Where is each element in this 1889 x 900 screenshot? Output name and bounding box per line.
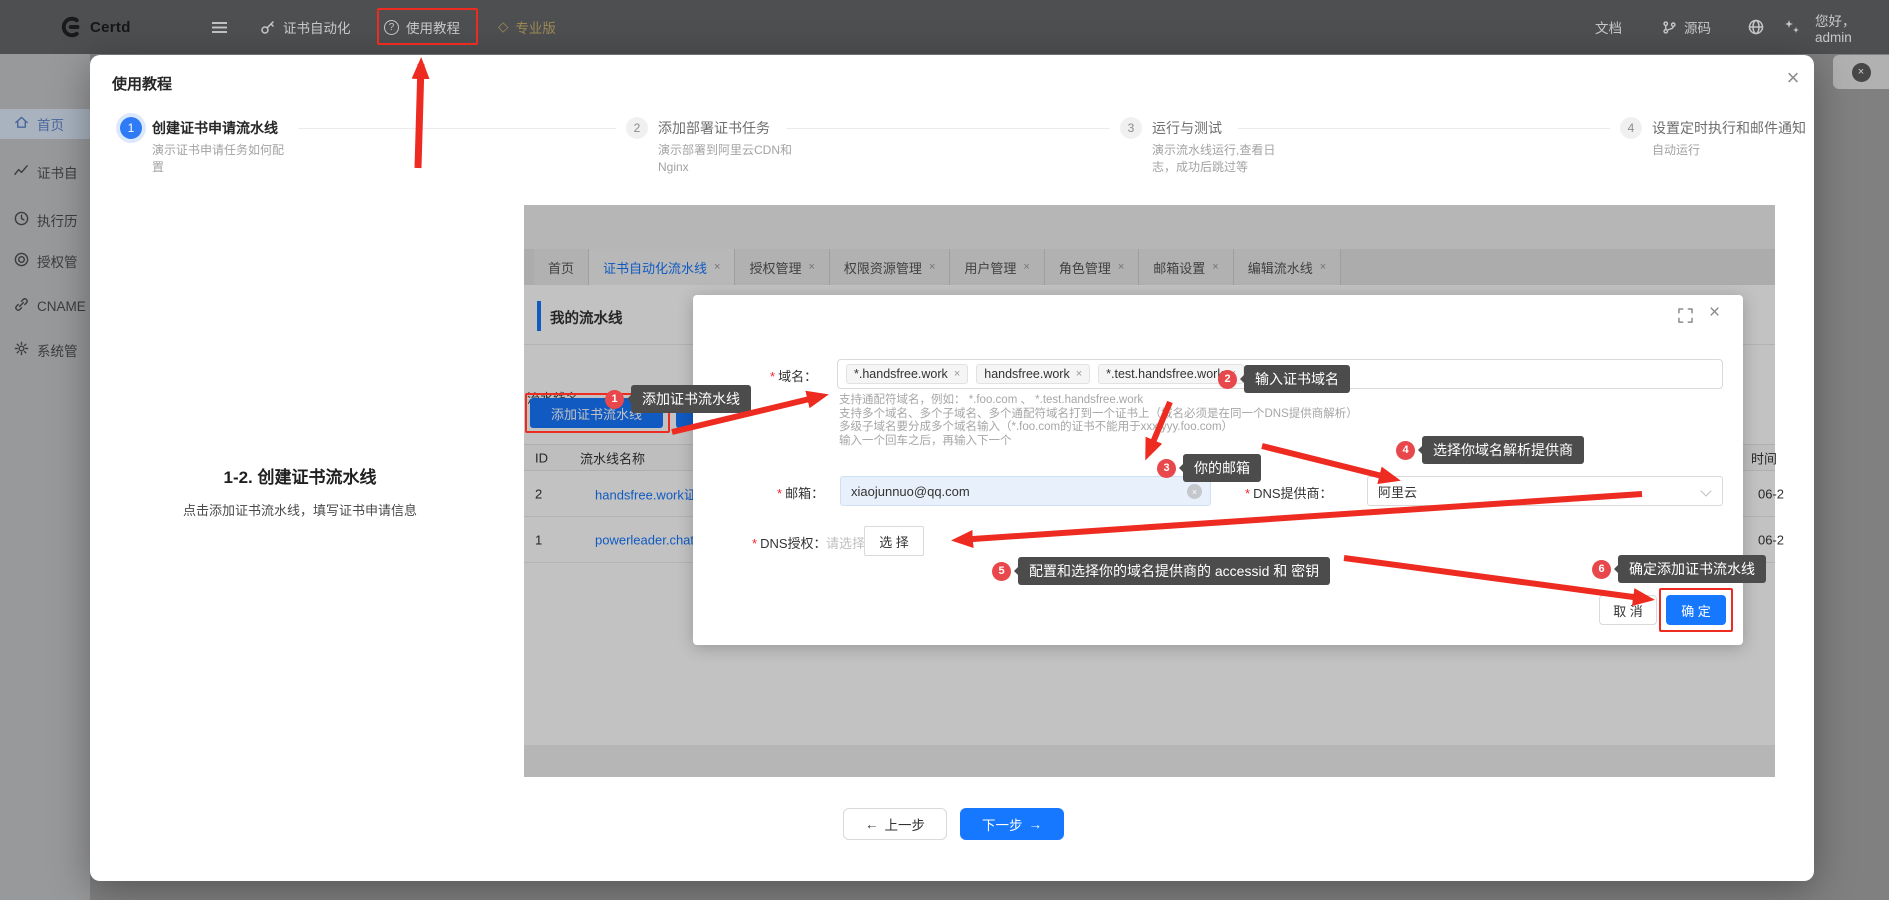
tooltip-1: 添加证书流水线 [631,385,751,413]
domain-help-text: 支持通配符域名，例如： *.foo.com 、 *.test.handsfree… [839,394,1358,448]
tag-close-icon[interactable]: × [1076,368,1082,380]
callout-3: 3 你的邮箱 [1157,454,1261,482]
top-navbar: Certd 证书自动化 ? 使用教程 ◇ 专业版 文档 源码 您好，admin [0,0,1889,54]
dns-provider-label: *DNS提供商： [1245,483,1333,502]
callout-1: 1 添加证书流水线 [605,385,751,413]
embedded-screenshot: 首页 证书自动化流水线× 授权管理× 权限资源管理× 用户管理× 角色管理× 邮… [524,205,1775,777]
step-connector [298,128,616,129]
step-note: 1-2. 创建证书流水线 点击添加证书流水线，填写证书申请信息 [105,463,495,519]
sparkles-icon[interactable] [1784,0,1800,54]
domain-tag: handsfree.work× [976,364,1090,384]
prev-step-button[interactable]: ←上一步 [843,808,947,840]
tooltip-2: 输入证书域名 [1244,365,1350,393]
step-note-title: 1-2. 创建证书流水线 [105,463,495,488]
tutorial-modal: 使用教程 × 1 创建证书申请流水线 演示证书申请任务如何配置 2 添加部署证书… [90,55,1814,881]
sidebar-menu: 首页 证书自 执行历 授权管 CNAME 系统管 [0,54,90,900]
email-field[interactable] [840,476,1211,506]
certd-logo-icon [58,0,82,54]
home-icon [14,115,29,133]
domain-tag: *.handsfree.work× [846,364,968,384]
sidebar-item-system[interactable]: 系统管 [0,335,90,365]
sidebar-item-cname[interactable]: CNAME [0,291,90,321]
sidebar-item-home[interactable]: 首页 [0,109,90,139]
target-icon [14,252,29,270]
callout-4: 4 选择你域名解析提供商 [1396,436,1584,464]
email-label: *邮箱： [777,483,824,502]
dns-auth-placeholder: 请选择 [826,533,865,552]
required-asterisk: * [770,369,775,384]
required-asterisk: * [752,536,757,551]
callout-6: 6 确定添加证书流水线 [1592,555,1766,583]
link-icon [14,297,29,315]
tabs-close-all-widget[interactable]: × [1833,55,1889,89]
nav-source[interactable]: 源码 [1662,0,1711,54]
cancel-button[interactable]: 取 消 [1599,595,1657,625]
step-connector [1238,128,1610,129]
nav-cert-automation[interactable]: 证书自动化 [260,0,351,54]
required-asterisk: * [1245,486,1250,501]
chart-icon [14,163,29,181]
step-3-desc: 演示流水线运行,查看日志，成功后跳过等 [1152,142,1282,176]
step-connector [786,128,1110,129]
page-root: { "navbar": { "brand": "Certd", "menu_ce… [0,0,1889,900]
domain-label: *域名： [770,366,817,385]
step-1-number: 1 [120,117,142,139]
sidebar-item-run-history[interactable]: 执行历 [0,205,90,235]
tag-close-icon[interactable]: × [954,368,960,380]
tooltip-3: 你的邮箱 [1183,454,1261,482]
step-4: 4 设置定时执行和邮件通知 自动运行 [1620,117,1822,159]
callout-2: 2 输入证书域名 [1218,365,1350,393]
step-4-number: 4 [1620,117,1642,139]
tooltip-5: 配置和选择你的域名提供商的 accessid 和 密钥 [1018,557,1330,585]
required-asterisk: * [777,486,782,501]
chevron-down-icon [1700,485,1711,496]
fullscreen-icon[interactable] [1678,308,1693,328]
gear-icon [14,341,29,359]
arrow-right-icon: → [1029,817,1043,832]
next-step-button[interactable]: 下一步→ [960,808,1064,840]
step-4-desc: 自动运行 [1652,142,1822,159]
callout-5: 5 配置和选择你的域名提供商的 accessid 和 密钥 [992,557,1330,585]
arrow-left-icon: ← [865,817,879,832]
user-greeting[interactable]: 您好，admin [1815,0,1889,54]
step-3: 3 运行与测试 演示流水线运行,查看日志，成功后跳过等 [1120,117,1282,176]
tooltip-6: 确定添加证书流水线 [1618,555,1766,583]
key-icon [260,19,276,35]
clock-icon [14,211,29,229]
clear-input-icon[interactable]: × [1187,484,1202,499]
step-note-desc: 点击添加证书流水线，填写证书申请信息 [105,500,495,519]
sidebar-item-cert-automation[interactable]: 证书自 [0,157,90,187]
close-circle-icon: × [1852,63,1871,82]
step-1: 1 创建证书申请流水线 演示证书申请任务如何配置 [120,117,288,176]
diamond-icon: ◇ [498,19,508,35]
step-1-desc: 演示证书申请任务如何配置 [152,142,288,176]
tutorial-close-icon[interactable]: × [1778,63,1808,93]
step-1-title: 创建证书申请流水线 [152,117,288,139]
tutorial-title: 使用教程 [112,73,172,94]
dialog-close-icon[interactable]: × [1709,302,1720,324]
brand-name: Certd [90,0,131,54]
sidebar-item-auth-manage[interactable]: 授权管 [0,246,90,276]
step-2-desc: 演示部署到阿里云CDN和Nginx [658,142,808,176]
language-globe-icon[interactable] [1748,0,1764,54]
step-2-number: 2 [626,117,648,139]
dns-auth-select-button[interactable]: 选 择 [864,526,924,556]
nav-docs[interactable]: 文档 [1595,0,1622,54]
nav-pro-edition[interactable]: ◇ 专业版 [498,0,556,54]
step-3-number: 3 [1120,117,1142,139]
step-4-title: 设置定时执行和邮件通知 [1652,117,1822,139]
tutorial-button-highlight-box [377,8,478,45]
dns-auth-label: *DNS授权： [752,533,827,552]
git-branch-icon [1662,20,1677,35]
dns-provider-select[interactable]: 阿里云 [1367,476,1723,506]
tooltip-4: 选择你域名解析提供商 [1422,436,1584,464]
menu-fold-icon[interactable] [212,0,227,54]
step-2: 2 添加部署证书任务 演示部署到阿里云CDN和Nginx [626,117,808,176]
confirm-highlight-box [1659,588,1733,632]
